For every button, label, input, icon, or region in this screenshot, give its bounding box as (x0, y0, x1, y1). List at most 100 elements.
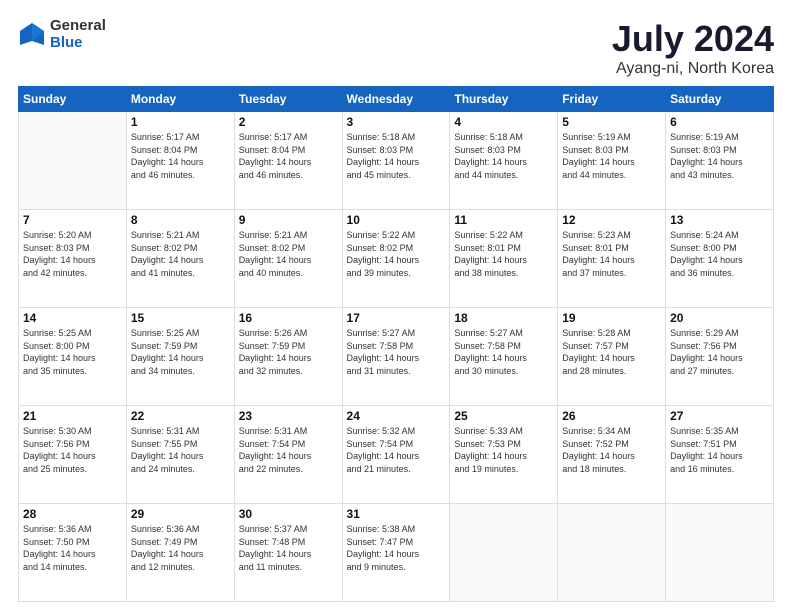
day-info: Sunrise: 5:38 AM Sunset: 7:47 PM Dayligh… (347, 523, 446, 573)
day-info: Sunrise: 5:27 AM Sunset: 7:58 PM Dayligh… (347, 327, 446, 377)
header: General Blue July 2024 Ayang-ni, North K… (18, 18, 774, 78)
day-number: 1 (131, 115, 230, 129)
calendar-day-header: Tuesday (234, 87, 342, 112)
logo-blue: Blue (50, 35, 106, 52)
day-number: 2 (239, 115, 338, 129)
day-number: 14 (23, 311, 122, 325)
calendar-cell: 10Sunrise: 5:22 AM Sunset: 8:02 PM Dayli… (342, 210, 450, 308)
day-number: 27 (670, 409, 769, 423)
day-info: Sunrise: 5:27 AM Sunset: 7:58 PM Dayligh… (454, 327, 553, 377)
day-number: 3 (347, 115, 446, 129)
day-info: Sunrise: 5:21 AM Sunset: 8:02 PM Dayligh… (239, 229, 338, 279)
day-info: Sunrise: 5:29 AM Sunset: 7:56 PM Dayligh… (670, 327, 769, 377)
calendar-cell: 9 Sunrise: 5:21 AM Sunset: 8:02 PM Daylig… (234, 210, 342, 308)
calendar-week-row: 21 Sunrise: 5:30 AM Sunset: 7:56 PM Dayli… (19, 406, 774, 504)
calendar-week-row: 1 Sunrise: 5:17 AM Sunset: 8:04 PM Daylig… (19, 112, 774, 210)
day-number: 18 (454, 311, 553, 325)
day-number: 24 (347, 409, 446, 423)
day-info: Sunrise: 5:32 AM Sunset: 7:54 PM Dayligh… (347, 425, 446, 475)
day-info: Sunrise: 5:28 AM Sunset: 7:57 PM Dayligh… (562, 327, 661, 377)
calendar-cell: 4Sunrise: 5:18 AM Sunset: 8:03 PM Daylig… (450, 112, 558, 210)
calendar-cell: 22Sunrise: 5:31 AM Sunset: 7:55 PM Dayli… (126, 406, 234, 504)
day-info: Sunrise: 5:36 AM Sunset: 7:50 PM Dayligh… (23, 523, 122, 573)
calendar-day-header: Friday (558, 87, 666, 112)
calendar-cell (19, 112, 127, 210)
day-number: 5 (562, 115, 661, 129)
day-number: 7 (23, 213, 122, 227)
calendar-day-header: Saturday (666, 87, 774, 112)
day-info: Sunrise: 5:30 AM Sunset: 7:56 PM Dayligh… (23, 425, 122, 475)
calendar-cell (450, 504, 558, 602)
calendar-cell: 20 Sunrise: 5:29 AM Sunset: 7:56 PM Dayli… (666, 308, 774, 406)
day-info: Sunrise: 5:25 AM Sunset: 7:59 PM Dayligh… (131, 327, 230, 377)
day-info: Sunrise: 5:23 AM Sunset: 8:01 PM Dayligh… (562, 229, 661, 279)
calendar-cell: 14 Sunrise: 5:25 AM Sunset: 8:00 PM Dayli… (19, 308, 127, 406)
day-number: 4 (454, 115, 553, 129)
calendar-cell (666, 504, 774, 602)
day-number: 19 (562, 311, 661, 325)
calendar-cell: 16 Sunrise: 5:26 AM Sunset: 7:59 PM Dayli… (234, 308, 342, 406)
day-number: 29 (131, 507, 230, 521)
day-info: Sunrise: 5:37 AM Sunset: 7:48 PM Dayligh… (239, 523, 338, 573)
day-number: 15 (131, 311, 230, 325)
logo: General Blue (18, 18, 106, 51)
calendar-cell: 24 Sunrise: 5:32 AM Sunset: 7:54 PM Dayli… (342, 406, 450, 504)
calendar-cell: 1Sunrise: 5:17 AM Sunset: 8:04 PM Daylig… (126, 112, 234, 210)
subtitle: Ayang-ni, North Korea (612, 60, 774, 78)
day-number: 9 (239, 213, 338, 227)
day-info: Sunrise: 5:18 AM Sunset: 8:03 PM Dayligh… (347, 131, 446, 181)
logo-general: General (50, 18, 106, 35)
day-number: 20 (670, 311, 769, 325)
calendar-cell: 11Sunrise: 5:22 AM Sunset: 8:01 PM Dayli… (450, 210, 558, 308)
calendar-cell: 28Sunrise: 5:36 AM Sunset: 7:50 PM Dayli… (19, 504, 127, 602)
day-number: 16 (239, 311, 338, 325)
day-number: 30 (239, 507, 338, 521)
calendar-day-header: Monday (126, 87, 234, 112)
title-block: July 2024 Ayang-ni, North Korea (612, 18, 774, 78)
logo-icon (18, 21, 46, 49)
calendar-cell: 29 Sunrise: 5:36 AM Sunset: 7:49 PM Dayli… (126, 504, 234, 602)
day-number: 17 (347, 311, 446, 325)
calendar-cell: 6Sunrise: 5:19 AM Sunset: 8:03 PM Daylig… (666, 112, 774, 210)
calendar-cell: 8 Sunrise: 5:21 AM Sunset: 8:02 PM Daylig… (126, 210, 234, 308)
calendar-cell: 15 Sunrise: 5:25 AM Sunset: 7:59 PM Dayli… (126, 308, 234, 406)
calendar-cell: 27Sunrise: 5:35 AM Sunset: 7:51 PM Dayli… (666, 406, 774, 504)
day-info: Sunrise: 5:21 AM Sunset: 8:02 PM Dayligh… (131, 229, 230, 279)
main-title: July 2024 (612, 18, 774, 60)
calendar-week-row: 7 Sunrise: 5:20 AM Sunset: 8:03 PM Daylig… (19, 210, 774, 308)
day-info: Sunrise: 5:33 AM Sunset: 7:53 PM Dayligh… (454, 425, 553, 475)
calendar-cell: 3 Sunrise: 5:18 AM Sunset: 8:03 PM Daylig… (342, 112, 450, 210)
day-info: Sunrise: 5:26 AM Sunset: 7:59 PM Dayligh… (239, 327, 338, 377)
day-number: 13 (670, 213, 769, 227)
calendar-cell: 5 Sunrise: 5:19 AM Sunset: 8:03 PM Daylig… (558, 112, 666, 210)
calendar-day-header: Sunday (19, 87, 127, 112)
day-number: 10 (347, 213, 446, 227)
day-info: Sunrise: 5:25 AM Sunset: 8:00 PM Dayligh… (23, 327, 122, 377)
calendar-cell: 26Sunrise: 5:34 AM Sunset: 7:52 PM Dayli… (558, 406, 666, 504)
calendar-week-row: 14 Sunrise: 5:25 AM Sunset: 8:00 PM Dayli… (19, 308, 774, 406)
day-info: Sunrise: 5:19 AM Sunset: 8:03 PM Dayligh… (562, 131, 661, 181)
day-number: 25 (454, 409, 553, 423)
calendar-cell: 19 Sunrise: 5:28 AM Sunset: 7:57 PM Dayli… (558, 308, 666, 406)
calendar-cell: 18 Sunrise: 5:27 AM Sunset: 7:58 PM Dayli… (450, 308, 558, 406)
day-number: 6 (670, 115, 769, 129)
calendar-day-header: Thursday (450, 87, 558, 112)
day-number: 23 (239, 409, 338, 423)
calendar-day-header: Wednesday (342, 87, 450, 112)
day-number: 11 (454, 213, 553, 227)
calendar-cell: 2 Sunrise: 5:17 AM Sunset: 8:04 PM Daylig… (234, 112, 342, 210)
day-info: Sunrise: 5:36 AM Sunset: 7:49 PM Dayligh… (131, 523, 230, 573)
calendar: SundayMondayTuesdayWednesdayThursdayFrid… (18, 86, 774, 602)
calendar-cell: 23Sunrise: 5:31 AM Sunset: 7:54 PM Dayli… (234, 406, 342, 504)
calendar-cell: 12 Sunrise: 5:23 AM Sunset: 8:01 PM Dayli… (558, 210, 666, 308)
day-number: 21 (23, 409, 122, 423)
day-number: 12 (562, 213, 661, 227)
calendar-cell: 31Sunrise: 5:38 AM Sunset: 7:47 PM Dayli… (342, 504, 450, 602)
page: General Blue July 2024 Ayang-ni, North K… (0, 0, 792, 612)
calendar-cell: 7 Sunrise: 5:20 AM Sunset: 8:03 PM Daylig… (19, 210, 127, 308)
day-number: 8 (131, 213, 230, 227)
calendar-week-row: 28Sunrise: 5:36 AM Sunset: 7:50 PM Dayli… (19, 504, 774, 602)
calendar-cell: 17 Sunrise: 5:27 AM Sunset: 7:58 PM Dayli… (342, 308, 450, 406)
day-info: Sunrise: 5:20 AM Sunset: 8:03 PM Dayligh… (23, 229, 122, 279)
day-info: Sunrise: 5:17 AM Sunset: 8:04 PM Dayligh… (239, 131, 338, 181)
